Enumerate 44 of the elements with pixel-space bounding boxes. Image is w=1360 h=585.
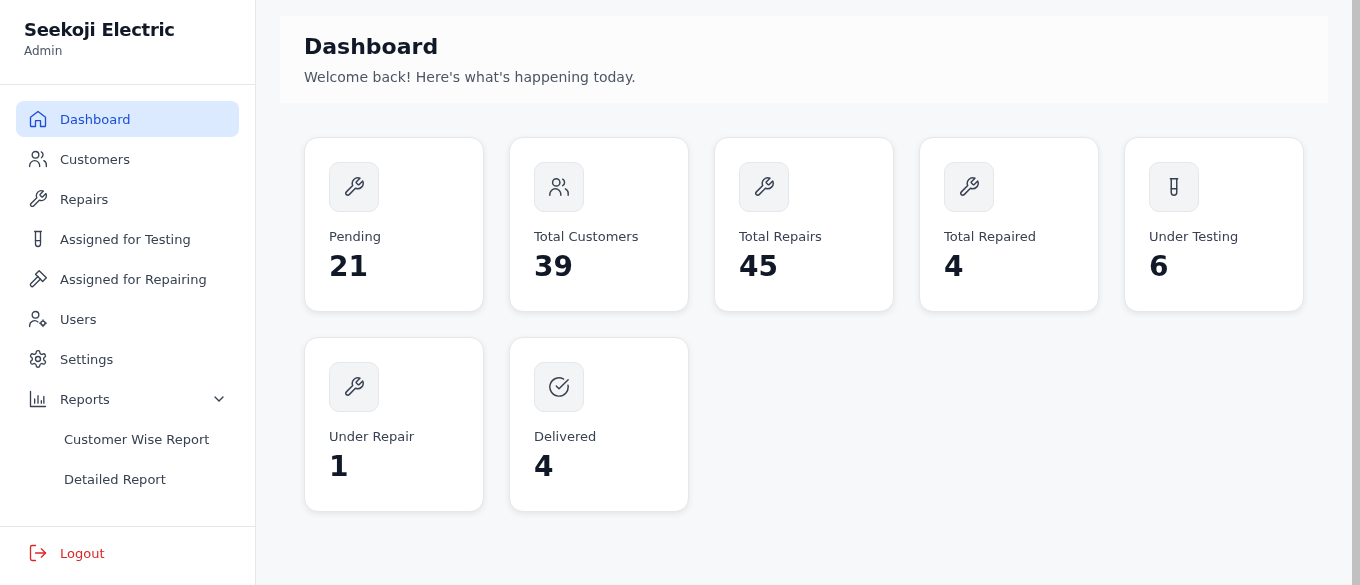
bar-chart-icon <box>28 389 48 409</box>
stat-value: 45 <box>739 250 779 283</box>
stat-label: Total Repaired <box>944 229 1038 244</box>
logout-link[interactable]: Logout <box>28 543 105 563</box>
sidebar-item[interactable]: Repairs <box>16 181 239 217</box>
logout-icon <box>28 543 48 563</box>
sidebar-item[interactable]: Dashboard <box>16 101 239 137</box>
users-icon <box>548 176 570 198</box>
check-circle-icon <box>548 376 570 398</box>
wrench-icon <box>343 176 365 198</box>
brand-title: Seekoji Electric <box>24 19 176 40</box>
user-gear-icon <box>28 309 48 329</box>
sidebar-item[interactable]: Assigned for Repairing <box>16 261 239 297</box>
stat-value: 6 <box>1149 250 1170 283</box>
stat-label: Pending <box>329 229 382 244</box>
sidebar-item[interactable]: Users <box>16 301 239 337</box>
stat-value: 21 <box>329 250 369 283</box>
scrollbar[interactable] <box>1352 0 1360 585</box>
wrench-icon <box>753 176 775 198</box>
sidebar-item[interactable]: Settings <box>16 341 239 377</box>
stat-label: Total Customers <box>534 229 640 244</box>
stat-label: Under Repair <box>329 429 416 444</box>
users-icon <box>28 149 48 169</box>
stat-label: Under Testing <box>1149 229 1240 244</box>
stat-value: 39 <box>534 250 574 283</box>
stat-value: 4 <box>534 450 555 483</box>
stat-label: Delivered <box>534 429 598 444</box>
stat-label: Total Repairs <box>739 229 823 244</box>
settings-icon <box>28 349 48 369</box>
sidebar-item[interactable]: Customers <box>16 141 239 177</box>
page-title: Dashboard <box>304 34 440 59</box>
sidebar-item[interactable]: Assigned for Testing <box>16 221 239 257</box>
page-subtitle: Welcome back! Here's what's happening today. <box>304 69 637 85</box>
sidebar-item[interactable]: Reports <box>16 381 239 417</box>
stat-value: 1 <box>329 450 350 483</box>
hammer-icon <box>28 269 48 289</box>
wrench-icon <box>958 176 980 198</box>
wrench-icon <box>28 189 48 209</box>
wrench-icon <box>343 376 365 398</box>
user-role: Admin <box>24 44 64 58</box>
home-icon <box>28 109 48 129</box>
sidebar-subitem[interactable]: Detailed Report <box>16 461 239 497</box>
stat-value: 4 <box>944 250 965 283</box>
sidebar-subitem[interactable]: Customer Wise Report <box>16 421 239 457</box>
